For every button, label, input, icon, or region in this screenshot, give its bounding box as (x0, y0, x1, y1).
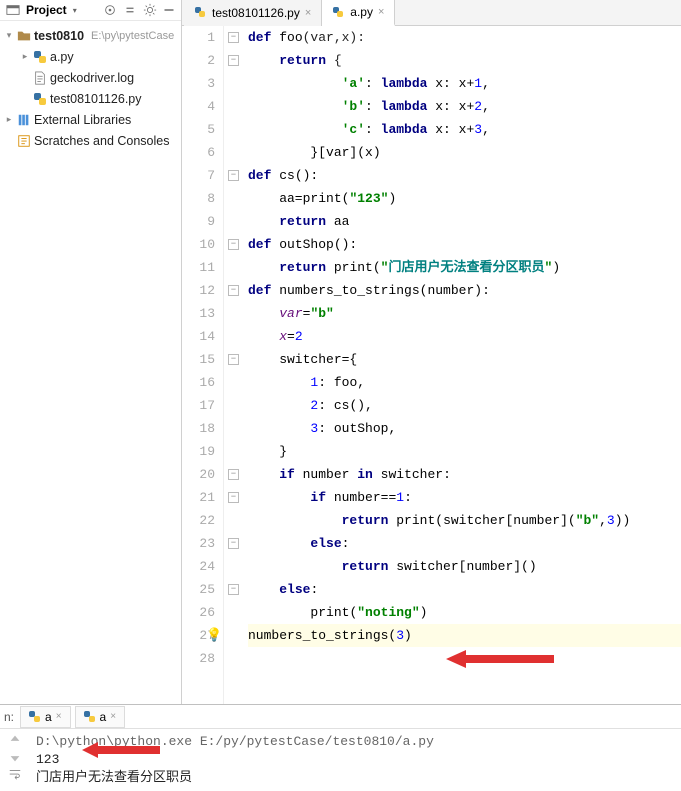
tab-test08101126[interactable]: test08101126.py × (184, 0, 322, 26)
project-sidebar: Project ▾ ▾ test0810 E:\py\pytestCase ▸ … (0, 0, 182, 704)
run-panel: n: a × a × D:\python\python.exe E:/py/py… (0, 704, 681, 784)
editor-pane: test08101126.py × a.py × 123456789101112… (182, 0, 681, 704)
run-output-line: 123 (36, 751, 434, 769)
python-file-icon (33, 50, 47, 64)
fold-marker-icon[interactable]: − (228, 239, 239, 250)
run-label: n: (2, 710, 16, 724)
code-content[interactable]: def foo(var,x): return { 'a': lambda x: … (244, 26, 681, 704)
project-icon (6, 3, 20, 17)
tree-item-a-py[interactable]: ▸ a.py (0, 46, 181, 67)
tree-item-geckodriver[interactable]: geckodriver.log (0, 67, 181, 88)
gear-icon[interactable] (143, 3, 157, 17)
locate-icon[interactable] (103, 3, 117, 17)
fold-marker-icon[interactable]: − (228, 492, 239, 503)
tree-item-label: a.py (50, 50, 74, 64)
python-file-icon (194, 6, 207, 19)
run-tab-label: a (100, 710, 107, 724)
hide-icon[interactable] (163, 4, 175, 16)
tree-item-label: External Libraries (34, 113, 131, 127)
arrow-down-icon[interactable] (8, 750, 22, 764)
chevron-right-icon[interactable]: ▸ (20, 51, 30, 62)
tree-item-test0810[interactable]: test08101126.py (0, 88, 181, 109)
code-area[interactable]: 1234567891011121314151617181920212223242… (182, 26, 681, 704)
folder-icon (17, 29, 31, 43)
fold-marker-icon[interactable]: − (228, 354, 239, 365)
run-tabs: n: a × a × (0, 705, 681, 729)
run-output-line: 门店用户无法查看分区职员 (36, 769, 434, 787)
fold-marker-icon[interactable]: − (228, 55, 239, 66)
fold-column[interactable]: − − − − − − − − − − (224, 26, 244, 704)
tree-root-name: test0810 (34, 29, 84, 43)
tab-a-py[interactable]: a.py × (322, 0, 395, 26)
project-tree[interactable]: ▾ test0810 E:\py\pytestCase ▸ a.py gecko… (0, 21, 181, 155)
fold-marker-icon[interactable]: − (228, 538, 239, 549)
tree-external-libs[interactable]: ▸ External Libraries (0, 109, 181, 130)
text-file-icon (33, 71, 47, 85)
close-icon[interactable]: × (378, 6, 384, 18)
python-file-icon (332, 6, 345, 19)
library-icon (17, 113, 31, 127)
run-command: D:\python\python.exe E:/py/pytestCase/te… (36, 733, 434, 751)
tree-root-path: E:\py\pytestCase (91, 30, 174, 42)
run-output[interactable]: D:\python\python.exe E:/py/pytestCase/te… (30, 729, 440, 791)
tree-root[interactable]: ▾ test0810 E:\py\pytestCase (0, 25, 181, 46)
python-file-icon (33, 92, 47, 106)
run-tab[interactable]: a × (75, 706, 126, 728)
run-toolbar (0, 729, 30, 791)
line-number-gutter: 1234567891011121314151617181920212223242… (182, 26, 224, 704)
tab-label: test08101126.py (212, 6, 300, 20)
intention-bulb-icon[interactable]: 💡 (206, 627, 222, 643)
editor-tabs: test08101126.py × a.py × (182, 0, 681, 26)
python-file-icon (84, 711, 96, 723)
fold-marker-icon[interactable]: − (228, 170, 239, 181)
fold-marker-icon[interactable]: − (228, 469, 239, 480)
fold-marker-icon[interactable]: − (228, 584, 239, 595)
fold-marker-icon[interactable]: − (228, 285, 239, 296)
tree-item-label: geckodriver.log (50, 71, 134, 85)
collapse-icon[interactable] (123, 3, 137, 17)
project-label[interactable]: Project (26, 3, 67, 17)
run-tab-label: a (45, 710, 52, 724)
tree-item-label: test08101126.py (50, 92, 142, 106)
chevron-right-icon[interactable]: ▸ (4, 114, 14, 125)
wrap-icon[interactable] (8, 767, 22, 781)
project-dropdown-icon[interactable]: ▾ (73, 6, 77, 15)
run-tab[interactable]: a × (20, 706, 71, 728)
close-icon[interactable]: × (110, 711, 116, 722)
python-file-icon (29, 711, 41, 723)
close-icon[interactable]: × (305, 7, 311, 19)
chevron-down-icon[interactable]: ▾ (4, 30, 14, 41)
fold-marker-icon[interactable]: − (228, 32, 239, 43)
scratch-icon (17, 134, 31, 148)
tree-item-label: Scratches and Consoles (34, 134, 170, 148)
close-icon[interactable]: × (56, 711, 62, 722)
tab-label: a.py (350, 5, 373, 19)
project-toolbar: Project ▾ (0, 0, 181, 21)
tree-scratches[interactable]: Scratches and Consoles (0, 130, 181, 151)
arrow-up-icon[interactable] (8, 733, 22, 747)
